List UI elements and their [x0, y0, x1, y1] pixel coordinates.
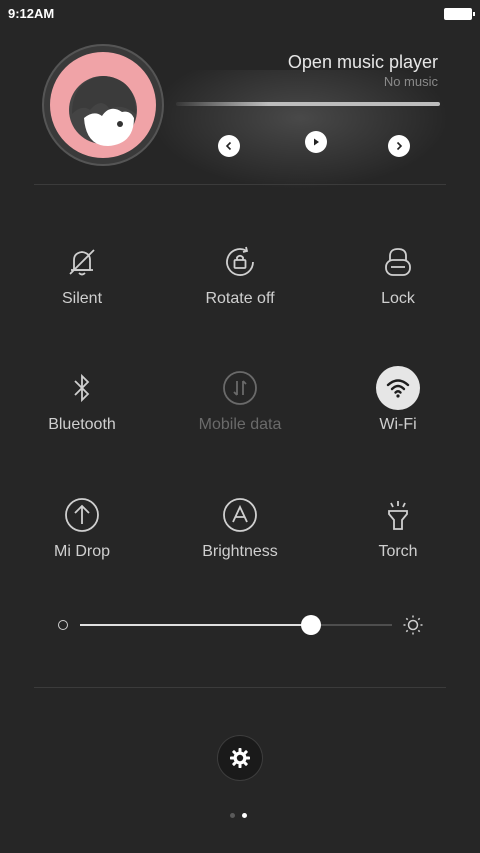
- status-time: 9:12AM: [8, 6, 55, 21]
- page-dot-1[interactable]: [230, 813, 235, 818]
- next-icon: [396, 141, 403, 151]
- toggle-mobile-data[interactable]: Mobile data: [160, 366, 320, 466]
- toggle-wifi-label: Wi-Fi: [379, 416, 417, 433]
- music-title[interactable]: Open music player: [288, 52, 438, 73]
- wifi-icon: [376, 366, 420, 410]
- toggle-torch-label: Torch: [378, 543, 418, 560]
- toggle-silent-label: Silent: [61, 290, 103, 307]
- divider-bottom: [34, 687, 446, 688]
- toggle-silent[interactable]: Silent: [2, 240, 162, 340]
- page-indicator: [230, 813, 254, 819]
- play-icon: [314, 138, 319, 146]
- previous-icon: [225, 141, 232, 151]
- settings-button[interactable]: [218, 736, 262, 780]
- toggle-lock-label: Lock: [381, 290, 415, 307]
- music-subtitle: No music: [383, 74, 438, 89]
- brightness-fill: [80, 624, 311, 626]
- brightness-slider[interactable]: [56, 612, 426, 638]
- lock-icon: [376, 240, 420, 284]
- bell-off-icon: [60, 240, 104, 284]
- toggle-mobile-data-label: Mobile data: [198, 416, 282, 433]
- music-progress-line: [176, 102, 440, 106]
- mi-drop-icon: [60, 493, 104, 537]
- bluetooth-icon: [60, 366, 104, 410]
- toggle-rotate-label: Rotate off: [205, 290, 275, 307]
- status-bar: 9:12AM: [0, 0, 480, 28]
- page-dot-2[interactable]: [242, 813, 247, 818]
- toggle-mi-drop-label: Mi Drop: [53, 543, 110, 560]
- rotate-lock-icon: [218, 240, 262, 284]
- avatar[interactable]: [50, 52, 156, 158]
- toggle-lock[interactable]: Lock: [318, 240, 478, 340]
- previous-button[interactable]: [218, 135, 240, 157]
- toggle-torch[interactable]: Torch: [318, 493, 478, 593]
- brightness-min-icon: [58, 620, 68, 630]
- gear-icon: [230, 748, 250, 768]
- avatar-face-icon: [69, 76, 137, 146]
- toggle-rotate[interactable]: Rotate off: [160, 240, 320, 340]
- play-button[interactable]: [305, 131, 327, 153]
- music-player: Open music player No music: [0, 40, 480, 190]
- mobile-data-icon: [218, 366, 262, 410]
- next-button[interactable]: [388, 135, 410, 157]
- torch-icon: [376, 493, 420, 537]
- divider-top: [34, 184, 446, 185]
- toggle-bluetooth-label: Bluetooth: [48, 416, 116, 433]
- toggle-brightness[interactable]: Brightness: [160, 493, 320, 593]
- auto-brightness-icon: [218, 493, 262, 537]
- brightness-max-icon: [403, 615, 423, 635]
- toggle-brightness-label: Brightness: [202, 543, 278, 560]
- brightness-thumb[interactable]: [300, 615, 321, 635]
- battery-icon: [444, 8, 475, 20]
- toggle-bluetooth[interactable]: Bluetooth: [2, 366, 162, 466]
- toggle-mi-drop[interactable]: Mi Drop: [2, 493, 162, 593]
- toggle-wifi[interactable]: Wi-Fi: [318, 366, 478, 466]
